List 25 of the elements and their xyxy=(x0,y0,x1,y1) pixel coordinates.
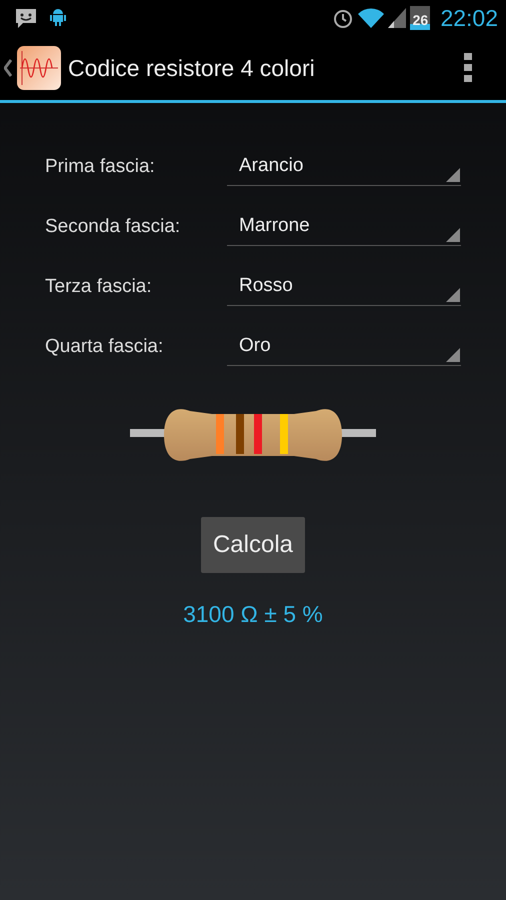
dropdown[interactable]: Oro xyxy=(227,326,461,366)
signal-icon xyxy=(388,8,406,28)
android-icon xyxy=(50,8,66,28)
alarm-icon xyxy=(332,7,354,29)
dropdown-arrow-icon xyxy=(446,228,460,242)
dropdown[interactable]: Marrone xyxy=(227,206,461,246)
app-title: Codice resistore 4 colori xyxy=(68,54,316,82)
field-label: Seconda fascia: xyxy=(45,216,182,238)
dropdown-arrow-icon xyxy=(446,348,460,362)
field-label: Quarta fascia: xyxy=(45,336,164,358)
battery-level: 26 xyxy=(412,11,428,30)
calculate-button[interactable]: Calcola xyxy=(200,517,306,573)
wifi-icon xyxy=(358,8,384,28)
overflow-menu-icon[interactable] xyxy=(464,53,472,83)
dropdown[interactable]: Rosso xyxy=(227,266,461,306)
field-label: Terza fascia: xyxy=(45,276,153,298)
clock: 22:02 xyxy=(440,4,498,32)
dropdown-arrow-icon xyxy=(446,288,460,302)
result-text: 3100 Ω ± 5 % xyxy=(183,601,323,628)
chat-icon xyxy=(14,7,38,29)
back-icon[interactable] xyxy=(4,59,14,77)
dropdown-arrow-icon xyxy=(446,168,460,182)
app-icon[interactable] xyxy=(16,45,62,91)
dropdown[interactable]: Arancio xyxy=(227,146,461,186)
field-label: Prima fascia: xyxy=(45,156,156,178)
